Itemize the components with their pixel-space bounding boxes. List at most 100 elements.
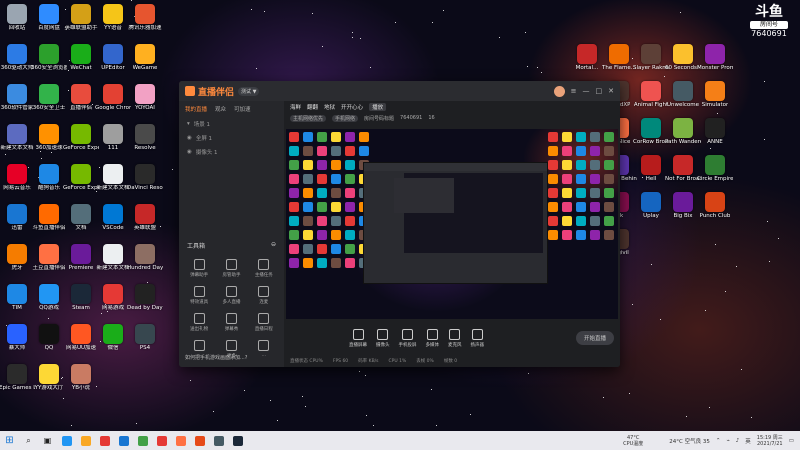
toolbox-item[interactable]: 连麦 [248, 286, 280, 305]
live-sub-info-item[interactable]: 手机网络 [332, 114, 359, 122]
desktop-shortcut[interactable]: ANNE [698, 118, 732, 145]
control-button[interactable]: 直播屏幕 [349, 328, 367, 348]
desktop-shortcut[interactable]: Animal Fight [634, 81, 668, 108]
desktop-shortcut[interactable]: Mortal... [570, 44, 604, 71]
close-icon[interactable]: ✕ [608, 87, 614, 95]
control-button[interactable]: 多媒体 [426, 328, 439, 348]
desktop-shortcut[interactable]: PS4 [128, 324, 162, 351]
desktop-shortcut[interactable]: 腾讯乐器加速 [128, 4, 162, 31]
tab-accelerate[interactable]: 可加速 [234, 105, 251, 113]
clock[interactable]: 15:19 周三 2021/7/21 [757, 435, 783, 447]
desktop-shortcut[interactable]: GeForce Experience [63, 164, 99, 191]
avatar[interactable] [553, 85, 565, 97]
source-row[interactable]: ◉ 全屏 1 [179, 131, 284, 145]
desktop-shortcut[interactable]: 英雄联盟助手 [64, 4, 98, 31]
desktop-shortcut[interactable]: 新建文本文档 [96, 164, 130, 191]
start-button[interactable]: ⊞ [0, 431, 19, 450]
desktop-shortcut[interactable]: Not For Broadcast [665, 155, 701, 182]
control-button[interactable]: 扬声器 [471, 328, 484, 348]
live-info-item[interactable]: 地狱 [324, 103, 335, 111]
douyu-icon[interactable] [190, 431, 209, 450]
desktop-shortcut[interactable]: 360加速球 [32, 124, 66, 151]
desktop-shortcut[interactable]: QQ游戏 [32, 284, 66, 311]
desktop-shortcut[interactable]: TIM [0, 284, 34, 311]
folder-icon[interactable] [76, 431, 95, 450]
toolbox-expand-icon[interactable]: ⊖ [271, 241, 276, 250]
desktop-shortcut[interactable]: 文档 [64, 204, 98, 231]
desktop-shortcut[interactable]: Uplay [634, 192, 668, 219]
start-live-button[interactable]: 开始直播 [575, 331, 614, 345]
menu-icon[interactable]: ≡ [571, 87, 577, 95]
edge-icon[interactable] [57, 431, 76, 450]
desktop-shortcut[interactable]: Steam [64, 284, 98, 311]
chevron-up-icon[interactable]: ⌃ [716, 438, 721, 444]
source-row-2[interactable]: ◉ 摄像头 1 [179, 145, 284, 159]
maximize-icon[interactable]: □ [596, 87, 603, 95]
desktop-shortcut[interactable]: YB小说 [64, 364, 98, 391]
eye-icon[interactable]: ◉ [187, 149, 192, 155]
desktop-shortcut[interactable]: 360安全浏览器 [31, 44, 67, 71]
tab-audience[interactable]: 观众 [215, 105, 226, 113]
desktop-shortcut[interactable]: 新建文本文档 [0, 124, 34, 151]
desktop-shortcut[interactable]: 360软件管家 [0, 84, 34, 111]
toolbox-item[interactable]: 房管助手 [215, 259, 247, 278]
toolbox-item[interactable]: 特效道具 [183, 286, 215, 305]
desktop-shortcut[interactable]: CorRow Broadcast [633, 118, 669, 145]
desktop-shortcut[interactable]: Hundred Days [127, 244, 163, 271]
toolbox-item[interactable]: 弹幕秀 [215, 313, 247, 332]
desktop-shortcut[interactable]: UPEditor [96, 44, 130, 71]
desktop-shortcut[interactable]: Simulator [698, 81, 732, 108]
desktop-shortcut[interactable]: VSCode [96, 204, 130, 231]
desktop-shortcut[interactable]: QQ [32, 324, 66, 351]
live-info-item[interactable]: 开开心心 [341, 103, 363, 111]
desktop-shortcut[interactable]: WeGame [128, 44, 162, 71]
network-icon[interactable]: ⌁ [726, 438, 729, 444]
help-link[interactable]: 如何把手机游戏画面添加...? [185, 354, 247, 361]
toolbox-item[interactable]: 弹幕助手 [183, 259, 215, 278]
desktop-shortcut[interactable]: YY游戏大厅 [32, 364, 66, 391]
scene-row[interactable]: ▾ 场景 1 [179, 117, 284, 131]
steam-icon[interactable] [228, 431, 247, 450]
minimize-icon[interactable]: — [583, 87, 590, 95]
store-icon[interactable] [114, 431, 133, 450]
desktop-shortcut[interactable]: GeForce Experience [63, 124, 99, 151]
desktop-shortcut[interactable]: Google Chrome [95, 84, 131, 111]
desktop-shortcut[interactable]: Big Bix [666, 192, 700, 219]
toolbox-item[interactable]: 送出礼物 [183, 313, 215, 332]
desktop-shortcut[interactable]: 暴大师 [0, 324, 34, 351]
tab-my-live[interactable]: 我的直播 [185, 105, 207, 113]
toolbox-item[interactable]: ... [248, 340, 280, 359]
desktop-shortcut[interactable]: 土豆直播伴侣 [32, 244, 66, 271]
desktop-shortcut[interactable]: The Flame... [602, 44, 636, 71]
desktop-shortcut[interactable]: 网易云音乐 [0, 164, 34, 191]
live-sub-info-item[interactable]: 主机网络优先 [290, 114, 327, 122]
desktop-shortcut[interactable]: YOYOAI [128, 84, 162, 111]
desktop-shortcut[interactable]: 360安全卫士 [32, 84, 66, 111]
version-badge[interactable]: 测试 ▼ [238, 86, 260, 96]
desktop-shortcut[interactable]: 111 [96, 124, 130, 151]
desktop-shortcut[interactable]: Slayer Raknas [633, 44, 669, 71]
weather-text[interactable]: 24°C 空气良 35 [669, 437, 710, 445]
desktop-shortcut[interactable]: 直播伴侣 [64, 84, 98, 111]
live-info-item[interactable]: 播放 [369, 103, 387, 111]
toolbox-item[interactable]: 直播日程 [248, 313, 280, 332]
volume-icon[interactable]: ♪ [736, 438, 740, 444]
control-button[interactable]: 手机投屏 [399, 328, 417, 348]
task-view-icon[interactable]: ▣ [38, 431, 57, 450]
desktop-shortcut[interactable]: Monster Prom [697, 44, 733, 71]
control-button[interactable]: 麦克风 [448, 328, 462, 348]
desktop-shortcut[interactable]: Dead by Daylight [127, 284, 163, 311]
control-button[interactable]: 摄像头 [376, 328, 390, 348]
desktop-shortcut[interactable]: WeChat [64, 44, 98, 71]
notification-icon[interactable]: ▭ [789, 438, 794, 444]
desktop-shortcut[interactable]: Hell [634, 155, 668, 182]
desktop-shortcut[interactable]: 百度网盘 [32, 4, 66, 31]
app-titlebar[interactable]: 直播伴侣 测试 ▼ ≡ — □ ✕ [179, 81, 620, 101]
desktop-shortcut[interactable]: YY语音 [96, 4, 130, 31]
desktop-shortcut[interactable]: 酷狗音乐 [32, 164, 66, 191]
desktop-shortcut[interactable]: Circle Empire [697, 155, 733, 182]
desktop-shortcut[interactable]: 回收站 [0, 4, 34, 31]
desktop-shortcut[interactable]: 微信 [96, 324, 130, 351]
netease-icon[interactable] [152, 431, 171, 450]
desktop-shortcut[interactable]: Punch Club [698, 192, 732, 219]
